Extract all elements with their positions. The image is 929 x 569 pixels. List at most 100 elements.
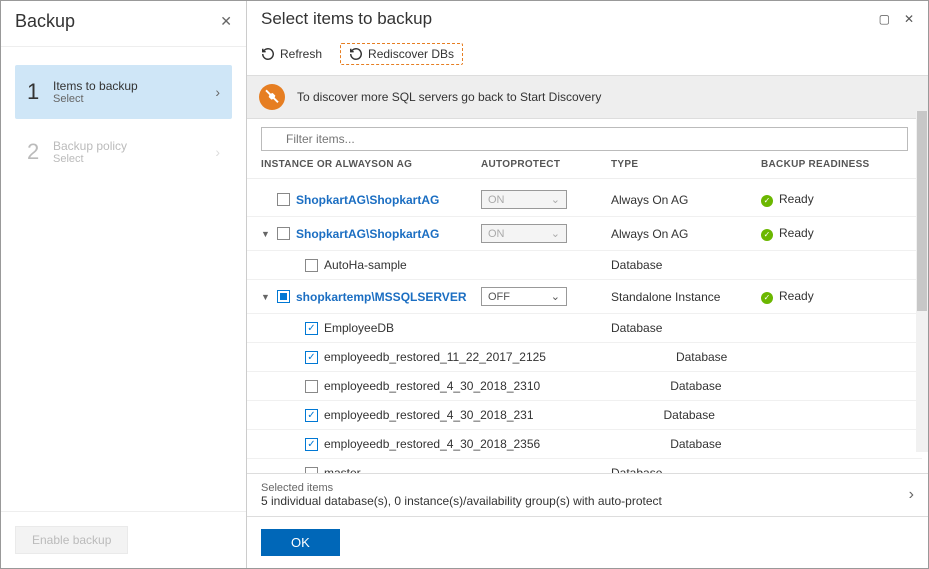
chevron-right-icon: › bbox=[215, 144, 220, 160]
table-row[interactable]: ✓ EmployeeDB Database bbox=[247, 314, 922, 343]
table-row[interactable]: ShopkartAG\ShopkartAG ON⌄ Always On AG✓Rea… bbox=[247, 183, 922, 217]
table-header: INSTANCE OR ALWAYSON AG AUTOPROTECT TYPE… bbox=[247, 151, 928, 179]
refresh-button[interactable]: Refresh bbox=[261, 47, 322, 61]
step-sub: Select bbox=[53, 93, 215, 105]
checkbox[interactable]: ✓ bbox=[305, 351, 318, 364]
tools-icon bbox=[259, 84, 285, 110]
checkbox[interactable]: ✓ bbox=[305, 409, 318, 422]
filter-input[interactable] bbox=[261, 127, 908, 151]
chevron-right-icon: › bbox=[215, 84, 220, 100]
column-instance[interactable]: INSTANCE OR ALWAYSON AG bbox=[261, 159, 481, 170]
left-panel-title: Backup bbox=[15, 11, 75, 32]
checkbox[interactable] bbox=[305, 467, 318, 474]
item-name[interactable]: ShopkartAG\ShopkartAG bbox=[296, 193, 439, 207]
chevron-down-icon: ⌄ bbox=[551, 193, 560, 206]
table-row[interactable]: ✓ employeedb_restored_4_30_2018_2356 Datab… bbox=[247, 430, 922, 459]
checkbox[interactable]: ✓ bbox=[305, 322, 318, 335]
table-row[interactable]: AutoHa-sample Database bbox=[247, 251, 922, 280]
step-text: Items to backup Select bbox=[53, 79, 215, 105]
right-header: Select items to backup ▢ ✕ bbox=[247, 1, 928, 39]
checkbox[interactable]: ✓ bbox=[305, 438, 318, 451]
chevron-right-icon: › bbox=[909, 486, 914, 504]
checkbox[interactable] bbox=[277, 193, 290, 206]
step-label: Backup policy bbox=[53, 139, 215, 153]
filter-row: ⌕ bbox=[247, 119, 928, 151]
discovery-banner: To discover more SQL servers go back to … bbox=[247, 75, 928, 119]
close-icon[interactable]: ✕ bbox=[220, 13, 232, 30]
checkbox[interactable] bbox=[305, 380, 318, 393]
step-items-to-backup[interactable]: 1 Items to backup Select › bbox=[15, 65, 232, 119]
scrollbar-track[interactable] bbox=[916, 111, 928, 452]
discovery-text: To discover more SQL servers go back to … bbox=[297, 90, 601, 104]
item-name: EmployeeDB bbox=[324, 321, 394, 335]
step-number: 2 bbox=[27, 139, 53, 165]
table-row[interactable]: employeedb_restored_4_30_2018_2310Databa… bbox=[247, 372, 922, 401]
close-icon[interactable]: ✕ bbox=[904, 12, 914, 26]
scrollbar-thumb[interactable] bbox=[917, 111, 927, 311]
selected-label: Selected items bbox=[261, 482, 662, 494]
enable-backup-button[interactable]: Enable backup bbox=[15, 526, 128, 554]
maximize-icon[interactable]: ▢ bbox=[879, 12, 890, 26]
page-title: Select items to backup bbox=[261, 9, 432, 29]
column-type[interactable]: TYPE bbox=[611, 159, 761, 170]
autoprotect-select[interactable]: OFF⌄ bbox=[481, 287, 567, 306]
expand-caret-icon[interactable]: ▼ bbox=[261, 292, 271, 302]
expand-caret-icon[interactable]: ▼ bbox=[261, 229, 271, 239]
type-cell: Database bbox=[611, 321, 761, 335]
item-name[interactable]: shopkartemp\MSSQLSERVER bbox=[296, 290, 466, 304]
window-controls: ▢ ✕ bbox=[879, 12, 914, 26]
toolbar: Refresh Rediscover DBs bbox=[247, 39, 928, 75]
item-name: employeedb_restored_11_22_2017_2125 bbox=[324, 350, 546, 364]
table-body[interactable]: ShopkartAG\ShopkartAGON⌄Always On AG✓Rea… bbox=[247, 183, 922, 473]
type-cell: Always On AG bbox=[611, 227, 761, 241]
table-row[interactable]: ▼ shopkartemp\MSSQLSERVER OFF⌄ Standalone I… bbox=[247, 280, 922, 314]
readiness-cell: ✓Ready bbox=[761, 289, 908, 304]
column-autoprotect[interactable]: AUTOPROTECT bbox=[481, 159, 611, 170]
checkbox[interactable] bbox=[277, 290, 290, 303]
item-name: employeedb_restored_4_30_2018_2356 bbox=[324, 437, 540, 451]
readiness-cell: ✓Ready bbox=[761, 226, 908, 241]
readiness-cell: ✓Ready bbox=[761, 192, 908, 207]
checkbox[interactable] bbox=[277, 227, 290, 240]
item-name: AutoHa-sample bbox=[324, 258, 407, 272]
table-row[interactable]: ▼ ShopkartAG\ShopkartAG ON⌄ Always On AG✓Re… bbox=[247, 217, 922, 251]
ok-button[interactable]: OK bbox=[261, 529, 340, 556]
selected-summary: 5 individual database(s), 0 instance(s)/… bbox=[261, 494, 662, 508]
column-readiness[interactable]: BACKUP READINESS bbox=[761, 159, 914, 170]
wizard-steps: 1 Items to backup Select › 2 Backup poli… bbox=[1, 47, 246, 511]
rediscover-dbs-button[interactable]: Rediscover DBs bbox=[340, 43, 463, 65]
step-sub: Select bbox=[53, 153, 215, 165]
type-cell: Database bbox=[611, 258, 761, 272]
rediscover-label: Rediscover DBs bbox=[368, 47, 454, 61]
success-icon: ✓ bbox=[761, 195, 773, 207]
autoprotect-select: ON⌄ bbox=[481, 190, 567, 209]
refresh-icon bbox=[261, 47, 275, 61]
left-footer: Enable backup bbox=[1, 511, 246, 568]
step-backup-policy[interactable]: 2 Backup policy Select › bbox=[15, 125, 232, 179]
item-name: master bbox=[324, 466, 361, 473]
type-cell: Database bbox=[676, 350, 826, 364]
right-panel: Select items to backup ▢ ✕ Refresh Redis… bbox=[247, 1, 928, 568]
step-text: Backup policy Select bbox=[53, 139, 215, 165]
type-cell: Database bbox=[670, 437, 820, 451]
selected-items-bar[interactable]: Selected items 5 individual database(s),… bbox=[247, 473, 928, 517]
selected-text: Selected items 5 individual database(s),… bbox=[261, 482, 662, 508]
checkbox[interactable] bbox=[305, 259, 318, 272]
table-row[interactable]: ✓ employeedb_restored_11_22_2017_2125 Data… bbox=[247, 343, 922, 372]
item-name[interactable]: ShopkartAG\ShopkartAG bbox=[296, 227, 439, 241]
step-label: Items to backup bbox=[53, 79, 215, 93]
refresh-icon bbox=[349, 47, 363, 61]
type-cell: Standalone Instance bbox=[611, 290, 761, 304]
table-row[interactable]: ✓employeedb_restored_4_30_2018_231Databa… bbox=[247, 401, 922, 430]
left-panel: Backup ✕ 1 Items to backup Select › 2 Ba… bbox=[1, 1, 247, 568]
left-header: Backup ✕ bbox=[1, 1, 246, 47]
success-icon: ✓ bbox=[761, 229, 773, 241]
refresh-label: Refresh bbox=[280, 47, 322, 61]
item-name: employeedb_restored_4_30_2018_231 bbox=[324, 408, 534, 422]
table-row[interactable]: masterDatabase bbox=[247, 459, 922, 473]
autoprotect-select: ON⌄ bbox=[481, 224, 567, 243]
type-cell: Database bbox=[670, 379, 820, 393]
chevron-down-icon: ⌄ bbox=[551, 290, 560, 303]
type-cell: Always On AG bbox=[611, 193, 761, 207]
footer: OK bbox=[247, 517, 928, 568]
